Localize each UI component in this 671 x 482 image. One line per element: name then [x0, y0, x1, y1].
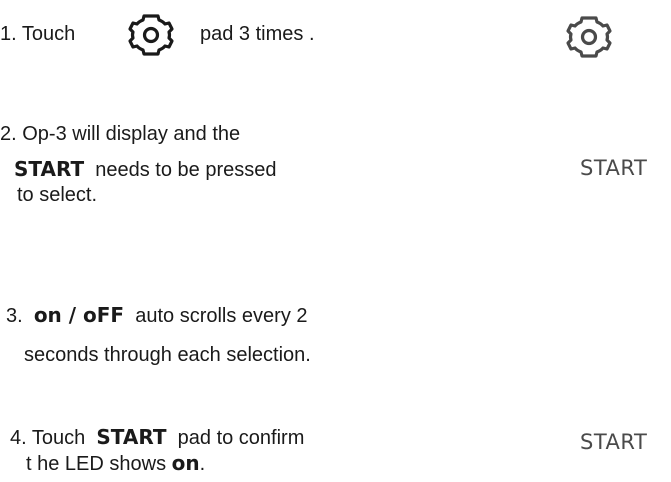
step-4-line-2-end: . — [199, 453, 206, 475]
step-3-line-1: 3. on / oFF auto scrolls every 2 — [6, 303, 308, 328]
step-1-suffix: pad 3 times . — [200, 23, 315, 45]
step-2-number: 2. — [0, 123, 17, 145]
step-2-line-2: START needs to be pressed — [14, 157, 277, 182]
step-4-line-1: 4. Touch START pad to confirm — [10, 425, 304, 450]
step-3-line-2: seconds through each selection. — [24, 344, 311, 366]
step-2-line-2-text: needs to be pressed — [95, 159, 277, 181]
step-1-number: 1. — [0, 23, 17, 45]
gear-icon — [566, 16, 612, 58]
start-keyword: START — [96, 425, 167, 449]
step-4-number: 4. — [10, 427, 27, 449]
step-3-line-1-text: auto scrolls every 2 — [135, 305, 308, 327]
step-2-line-3: to select. — [17, 184, 98, 206]
step-4-line-2: t he LED shows on. — [26, 451, 205, 476]
step-4-line-2-text: t he LED shows — [26, 453, 167, 475]
gear-icon — [128, 14, 174, 56]
step-4-line-1-text: pad to confirm — [177, 427, 305, 449]
step-2-line-1: 2. Op-3 will display and the — [0, 122, 240, 146]
step-2-line-1-text: Op-3 will display and the — [22, 123, 241, 145]
step-3-number: 3. — [6, 305, 23, 327]
start-label: START — [580, 156, 648, 180]
start-label: START — [580, 430, 648, 454]
step-1: 1. Touch — [0, 22, 75, 46]
on-off-keyword: on / oFF — [33, 303, 125, 327]
step-4-prefix: Touch — [31, 427, 86, 449]
step-1-prefix: Touch — [21, 23, 76, 45]
on-keyword: on — [171, 451, 200, 475]
start-keyword: START — [14, 157, 85, 181]
